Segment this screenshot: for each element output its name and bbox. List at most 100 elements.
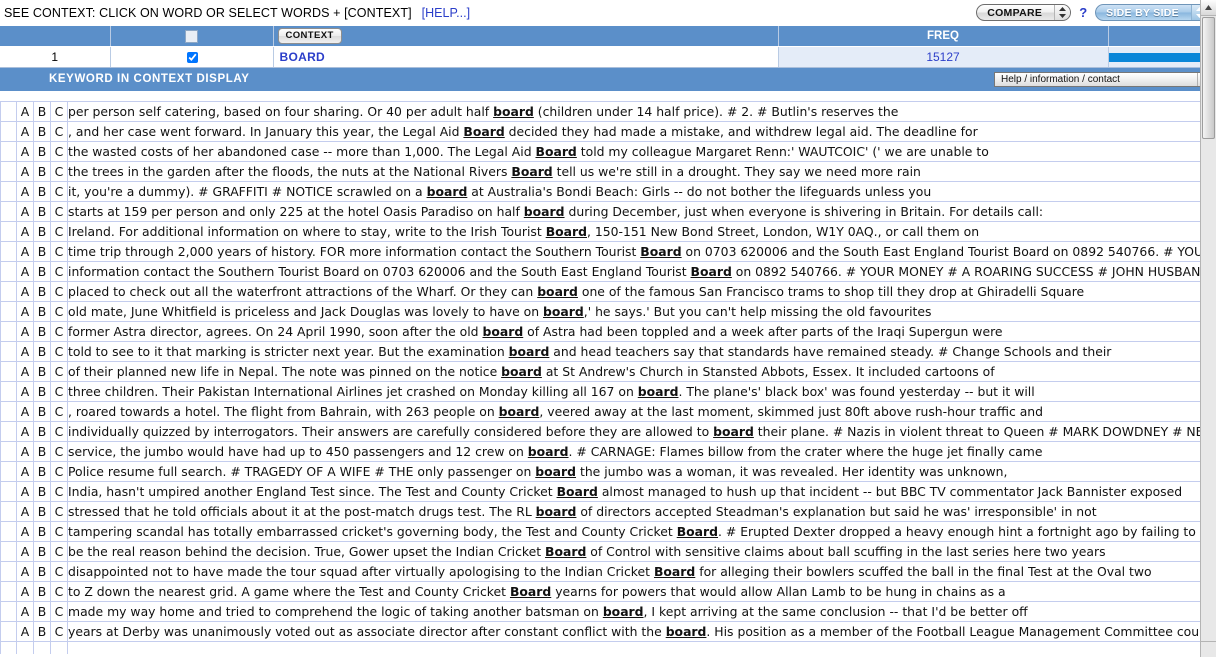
concordance-link-c[interactable]: C: [50, 381, 68, 402]
concordance-text[interactable]: to Z down the nearest grid. A game where…: [67, 581, 1216, 602]
concordance-link-c[interactable]: C: [50, 401, 68, 422]
concordance-link-a[interactable]: A: [16, 321, 34, 342]
help-link[interactable]: [HELP...]: [422, 6, 470, 20]
concordance-text[interactable]: disappointed not to have made the tour s…: [67, 561, 1216, 582]
concordance-link-a[interactable]: A: [16, 481, 34, 502]
keyword-highlight[interactable]: board: [524, 204, 565, 219]
concordance-link-b[interactable]: B: [33, 261, 51, 282]
concordance-text[interactable]: starts at 159 per person and only 225 at…: [67, 201, 1216, 222]
concordance-link-b[interactable]: B: [33, 141, 51, 162]
concordance-link-a[interactable]: A: [16, 121, 34, 142]
concordance-link-a[interactable]: A: [16, 561, 34, 582]
concordance-link-a[interactable]: A: [16, 141, 34, 162]
concordance-link-c[interactable]: C: [50, 201, 68, 222]
side-by-side-select[interactable]: SIDE BY SIDE: [1095, 4, 1208, 21]
concordance-link-b[interactable]: B: [33, 481, 51, 502]
concordance-link-b[interactable]: B: [33, 161, 51, 182]
vertical-scrollbar[interactable]: [1200, 0, 1216, 657]
concordance-text[interactable]: tampering scandal has totally embarrasse…: [67, 521, 1216, 542]
keyword-highlight[interactable]: board: [482, 324, 523, 339]
concordance-link-b[interactable]: B: [33, 221, 51, 242]
keyword-highlight[interactable]: board: [638, 384, 679, 399]
concordance-link-b[interactable]: [33, 641, 51, 654]
concordance-link-c[interactable]: [50, 641, 68, 654]
concordance-link-a[interactable]: [16, 641, 34, 654]
keyword-highlight[interactable]: board: [509, 344, 550, 359]
concordance-text[interactable]: made my way home and tried to comprehend…: [67, 601, 1216, 622]
concordance-link-a[interactable]: A: [16, 101, 34, 122]
keyword-highlight[interactable]: board: [528, 444, 569, 459]
concordance-link-b[interactable]: B: [33, 621, 51, 642]
concordance-text[interactable]: former Astra director, agrees. On 24 Apr…: [67, 321, 1216, 342]
concordance-link-c[interactable]: C: [50, 221, 68, 242]
concordance-text[interactable]: information contact the Southern Tourist…: [67, 261, 1216, 282]
concordance-link-b[interactable]: B: [33, 461, 51, 482]
row-keyword[interactable]: BOARD: [273, 46, 779, 68]
concordance-link-b[interactable]: B: [33, 201, 51, 222]
concordance-link-c[interactable]: C: [50, 621, 68, 642]
keyword-highlight[interactable]: Board: [677, 524, 718, 539]
keyword-highlight[interactable]: Board: [463, 124, 504, 139]
concordance-link-a[interactable]: A: [16, 341, 34, 362]
concordance-link-c[interactable]: C: [50, 161, 68, 182]
concordance-link-b[interactable]: B: [33, 361, 51, 382]
concordance-link-c[interactable]: C: [50, 541, 68, 562]
concordance-link-a[interactable]: A: [16, 201, 34, 222]
help-information-contact-select[interactable]: Help / information / contact: [994, 72, 1212, 87]
concordance-link-a[interactable]: A: [16, 521, 34, 542]
concordance-text[interactable]: individually quizzed by interrogators. T…: [67, 421, 1216, 442]
concordance-link-a[interactable]: A: [16, 281, 34, 302]
concordance-link-c[interactable]: C: [50, 421, 68, 442]
concordance-link-b[interactable]: B: [33, 181, 51, 202]
concordance-link-c[interactable]: C: [50, 601, 68, 622]
concordance-text[interactable]: , roared towards a hotel. The flight fro…: [67, 401, 1216, 422]
concordance-link-a[interactable]: A: [16, 221, 34, 242]
concordance-text[interactable]: stressed that he told officials about it…: [67, 501, 1216, 522]
keyword-highlight[interactable]: board: [537, 284, 578, 299]
concordance-link-a[interactable]: A: [16, 441, 34, 462]
concordance-link-b[interactable]: B: [33, 521, 51, 542]
keyword-highlight[interactable]: board: [535, 464, 576, 479]
keyword-highlight[interactable]: Board: [654, 564, 695, 579]
concordance-text[interactable]: the trees in the garden after the floods…: [67, 161, 1216, 182]
concordance-link-c[interactable]: C: [50, 281, 68, 302]
concordance-link-a[interactable]: A: [16, 361, 34, 382]
concordance-link-a[interactable]: A: [16, 601, 34, 622]
concordance-text[interactable]: be the real reason behind the decision. …: [67, 541, 1216, 562]
concordance-link-b[interactable]: B: [33, 341, 51, 362]
concordance-link-c[interactable]: C: [50, 521, 68, 542]
concordance-text[interactable]: years at Derby was unanimously voted out…: [67, 621, 1216, 642]
concordance-link-a[interactable]: A: [16, 401, 34, 422]
concordance-link-c[interactable]: C: [50, 501, 68, 522]
concordance-text[interactable]: it, you're a dummy). # GRAFFITI # NOTICE…: [67, 181, 1216, 202]
question-mark-icon[interactable]: ?: [1079, 5, 1087, 20]
concordance-link-b[interactable]: B: [33, 241, 51, 262]
concordance-text[interactable]: [67, 641, 1216, 654]
concordance-link-c[interactable]: C: [50, 361, 68, 382]
concordance-link-c[interactable]: C: [50, 441, 68, 462]
concordance-link-a[interactable]: A: [16, 301, 34, 322]
keyword-highlight[interactable]: board: [666, 624, 707, 639]
concordance-link-b[interactable]: B: [33, 321, 51, 342]
scrollbar-track[interactable]: [1201, 140, 1216, 641]
concordance-text[interactable]: three children. Their Pakistan Internati…: [67, 381, 1216, 402]
keyword-highlight[interactable]: Board: [510, 584, 551, 599]
concordance-text[interactable]: Ireland. For additional information on w…: [67, 221, 1216, 242]
keyword-highlight[interactable]: Board: [640, 244, 681, 259]
concordance-link-a[interactable]: A: [16, 621, 34, 642]
concordance-text[interactable]: time trip through 2,000 years of history…: [67, 241, 1216, 262]
keyword-highlight[interactable]: Board: [557, 484, 598, 499]
concordance-link-a[interactable]: A: [16, 461, 34, 482]
keyword-highlight[interactable]: board: [493, 104, 534, 119]
concordance-text[interactable]: service, the jumbo would have had up to …: [67, 441, 1216, 462]
keyword-highlight[interactable]: board: [543, 304, 584, 319]
row-select-checkbox[interactable]: [186, 51, 198, 63]
concordance-link-b[interactable]: B: [33, 441, 51, 462]
context-button[interactable]: CONTEXT: [277, 28, 342, 44]
concordance-link-a[interactable]: A: [16, 581, 34, 602]
concordance-text[interactable]: India, hasn't umpired another England Te…: [67, 481, 1216, 502]
concordance-link-a[interactable]: A: [16, 161, 34, 182]
concordance-link-c[interactable]: C: [50, 301, 68, 322]
concordance-link-c[interactable]: C: [50, 121, 68, 142]
concordance-link-c[interactable]: C: [50, 581, 68, 602]
